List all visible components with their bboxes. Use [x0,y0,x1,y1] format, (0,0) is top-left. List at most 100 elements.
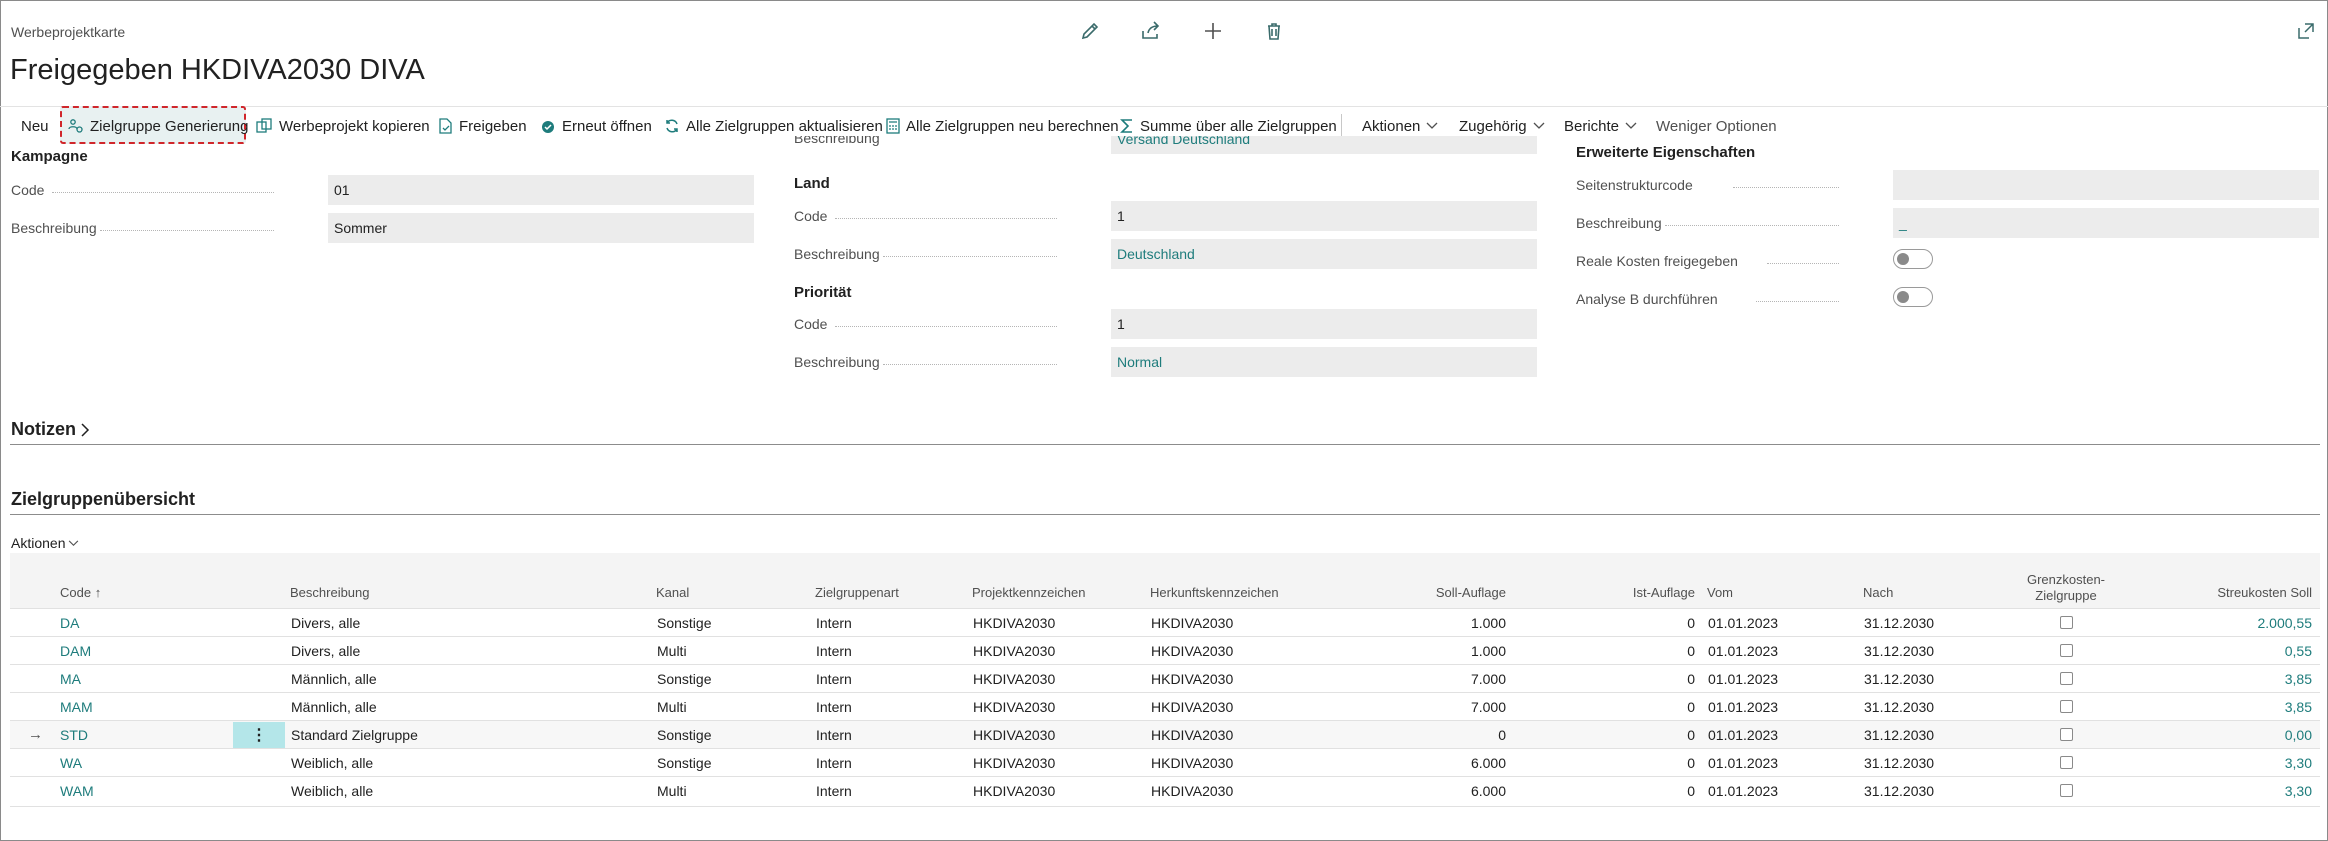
sigma-icon [1120,119,1132,133]
share-button[interactable] [1139,19,1163,43]
col-header-projekt[interactable]: Projektkennzeichen [972,585,1085,601]
delete-button[interactable] [1262,19,1286,43]
cell-grenz-checkbox[interactable] [2060,616,2073,629]
cell-nach: 31.12.2030 [1864,643,1935,659]
pencil-icon [1081,22,1099,40]
chevron-down-icon [1625,122,1637,129]
table-row[interactable]: DAM Divers, alle Multi Intern HKDIVA2030 HKDI… [10,636,2320,664]
real-cost-label: Reale Kosten freigegeben [1576,253,1738,269]
clipped-top-field: Beschreibung Versand Deutschland [794,136,1538,156]
new-button[interactable] [1201,19,1225,43]
actions-menu[interactable]: Aktionen [1362,114,1438,138]
cell-grenz-checkbox[interactable] [2060,700,2073,713]
col-header-grenz[interactable]: Grenzkosten- Zielgruppe [2016,572,2116,604]
cell-grenz-checkbox[interactable] [2060,756,2073,769]
cell-streu[interactable]: 0,00 [2160,727,2312,743]
cell-grenz-checkbox[interactable] [2060,784,2073,797]
priority-code-field[interactable]: 1 [1111,309,1537,339]
cell-herkunft: HKDIVA2030 [1151,671,1234,687]
table-row[interactable]: WA Weiblich, alle Sonstige Intern HKDIVA2030… [10,748,2320,776]
table-row[interactable]: DA Divers, alle Sonstige Intern HKDIVA2030 HK… [10,608,2320,636]
col-header-nach[interactable]: Nach [1863,585,1893,601]
table-row[interactable]: MAM Männlich, alle Multi Intern HKDIVA2030 HK… [10,692,2320,720]
new-action[interactable]: Neu [21,114,49,138]
country-desc-field[interactable]: Deutschland [1111,239,1537,269]
cell-kanal: Sonstige [657,727,712,743]
reports-menu[interactable]: Berichte [1564,114,1637,138]
recalc-all-button[interactable]: Alle Zielgruppen neu berechnen [886,114,1119,138]
real-cost-toggle[interactable] [1893,249,1933,269]
cell-code[interactable]: MAM [60,699,93,715]
analysis-toggle[interactable] [1893,287,1933,307]
overview-actions-menu[interactable]: Aktionen [11,535,79,551]
cell-streu[interactable]: 3,30 [2160,755,2312,771]
cell-projekt: HKDIVA2030 [973,727,1056,743]
edit-button[interactable] [1078,19,1102,43]
campaign-section-title: Kampagne [11,148,88,165]
col-header-soll[interactable]: Soll-Auflage [1390,585,1506,601]
notes-title: Notizen [11,419,76,439]
cell-grenz-checkbox[interactable] [2060,672,2073,685]
ext-desc-field[interactable]: _ [1893,208,2319,238]
cell-code[interactable]: DA [60,615,79,631]
field-leader [835,326,1057,327]
col-header-code[interactable]: Code ↑ [60,585,101,601]
country-code-field[interactable]: 1 [1111,201,1537,231]
cell-streu[interactable]: 3,85 [2160,699,2312,715]
overview-fasttab[interactable]: Zielgruppenübersicht [11,489,195,510]
cell-code[interactable]: STD [60,727,88,743]
share-icon [1142,21,1160,39]
sum-all-button[interactable]: Summe über alle Zielgruppen [1120,114,1337,138]
cell-streu[interactable]: 3,30 [2160,783,2312,799]
card-type-label: Werbeprojektkarte [11,24,126,40]
cell-art: Intern [816,671,852,687]
row-actions-button[interactable]: ⋮ [233,722,285,748]
page-struct-field[interactable] [1893,170,2319,200]
col-header-herkunft[interactable]: Herkunftskennzeichen [1150,585,1279,601]
expand-button[interactable] [2295,20,2317,42]
table-row[interactable]: WAM Weiblich, alle Multi Intern HKDIVA2030 HK… [10,776,2320,804]
cell-projekt: HKDIVA2030 [973,671,1056,687]
notes-fasttab[interactable]: Notizen [11,419,90,440]
col-header-art[interactable]: Zielgruppenart [815,585,899,601]
cell-streu[interactable]: 0,55 [2160,643,2312,659]
col-header-grenz-line2: Zielgruppe [2035,588,2097,603]
cell-streu[interactable]: 2.000,55 [2160,615,2313,631]
generate-target-group-button[interactable]: Zielgruppe Generierung [68,114,248,138]
cell-vom: 01.01.2023 [1708,643,1779,659]
refresh-all-button[interactable]: Alle Zielgruppen aktualisieren [664,114,883,138]
campaign-desc-label: Beschreibung [11,220,97,236]
cell-grenz-checkbox[interactable] [2060,728,2073,741]
grid-body: DA Divers, alle Sonstige Intern HKDIVA2030 HK… [10,608,2320,804]
cell-code[interactable]: DAM [60,643,91,659]
field-leader [1767,263,1839,264]
cell-soll: 7.000 [1470,671,1506,687]
release-button[interactable]: Freigeben [438,114,527,138]
fewer-options-button[interactable]: Weniger Optionen [1656,114,1777,138]
chevron-down-icon [1533,122,1545,129]
copy-project-button[interactable]: Werbeprojekt kopieren [256,114,430,138]
actions-menu-label: Aktionen [1362,117,1421,135]
col-header-code-text: Code [60,585,92,600]
table-row[interactable]: → ⋮ STD Standard Zielgruppe Sonstige Intern HK… [10,720,2320,748]
campaign-desc-field[interactable]: Sommer [328,213,754,243]
field-leader [52,192,274,193]
table-row[interactable]: MA Männlich, alle Sonstige Intern HKDIVA2030… [10,664,2320,692]
cell-code[interactable]: MA [60,671,81,687]
cell-grenz-checkbox[interactable] [2060,644,2073,657]
cell-code[interactable]: WA [60,755,82,771]
related-menu[interactable]: Zugehörig [1459,114,1545,138]
cell-code[interactable]: WAM [60,783,94,799]
country-desc-label: Beschreibung [794,246,880,262]
cell-streu[interactable]: 3,85 [2160,671,2312,687]
col-header-desc[interactable]: Beschreibung [290,585,370,601]
col-header-vom[interactable]: Vom [1707,585,1733,601]
priority-desc-field[interactable]: Normal [1111,347,1537,377]
top-desc-field[interactable]: Versand Deutschland [1111,136,1537,154]
col-header-ist[interactable]: Ist-Auflage [1570,585,1695,601]
campaign-code-field[interactable]: 01 [328,175,754,205]
cell-art: Intern [816,755,852,771]
reopen-button[interactable]: Erneut öffnen [540,114,652,138]
col-header-kanal[interactable]: Kanal [656,585,689,601]
col-header-streu[interactable]: Streukosten Soll [2160,585,2312,601]
